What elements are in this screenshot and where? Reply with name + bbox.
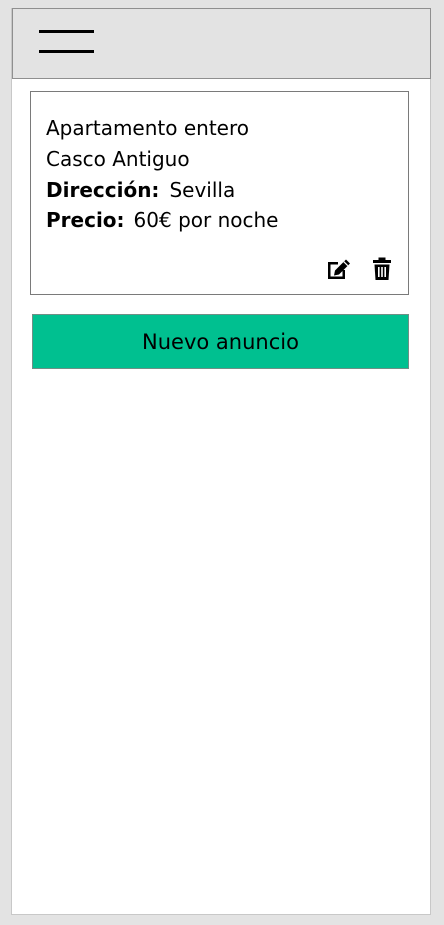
hamburger-menu-icon[interactable] xyxy=(39,28,95,58)
listing-area: Casco Antiguo xyxy=(46,147,190,171)
listing-address-row: Dirección: Sevilla xyxy=(46,178,235,202)
price-label: Precio: xyxy=(46,208,125,232)
top-bar xyxy=(12,8,431,79)
new-listing-button[interactable]: Nuevo anuncio xyxy=(32,314,409,369)
price-value: 60€ por noche xyxy=(133,208,279,232)
address-value: Sevilla xyxy=(169,178,236,202)
listing-card: Apartamento entero Casco Antiguo Direcci… xyxy=(30,91,409,295)
edit-icon[interactable] xyxy=(326,257,352,281)
listing-type: Apartamento entero xyxy=(46,116,249,140)
menu-bar-top xyxy=(39,30,94,33)
address-label: Dirección: xyxy=(46,178,160,202)
trash-icon[interactable] xyxy=(372,257,392,281)
listing-price-row: Precio: 60€ por noche xyxy=(46,208,278,232)
menu-bar-bottom xyxy=(39,50,94,53)
